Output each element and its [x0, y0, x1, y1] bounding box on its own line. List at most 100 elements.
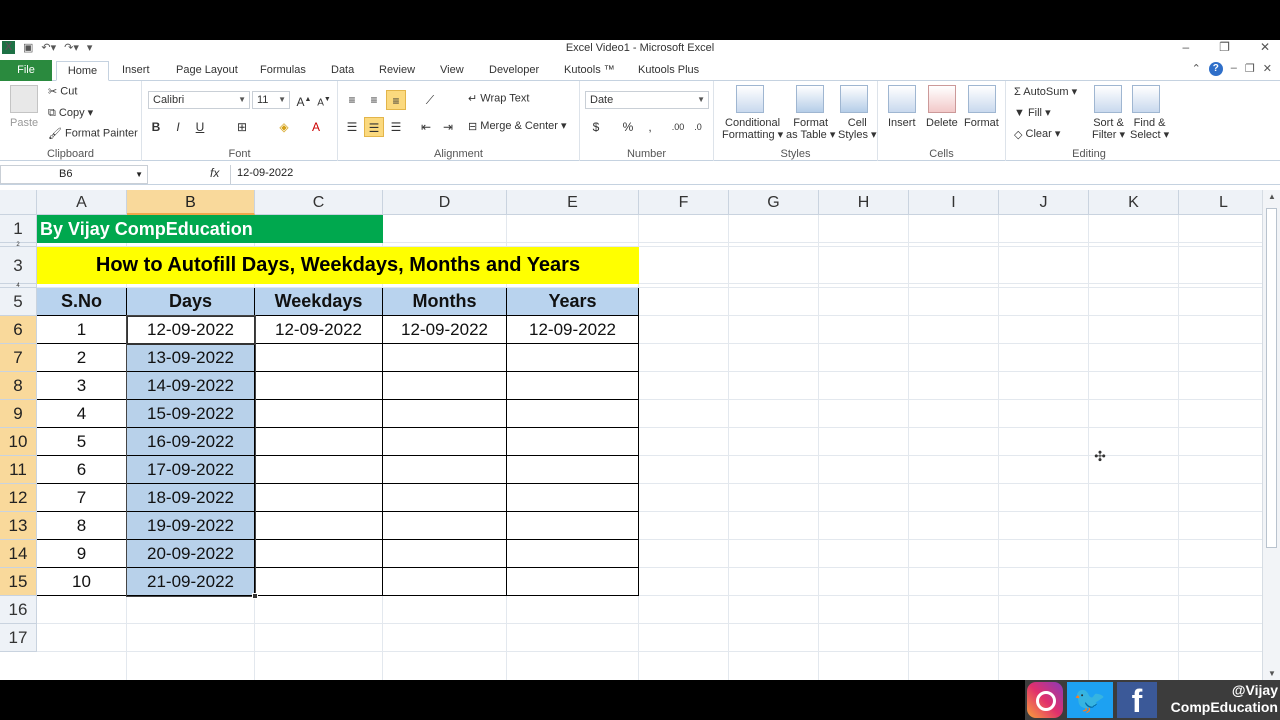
tab-kutools-plus[interactable]: Kutools Plus — [638, 61, 699, 81]
sheet-title[interactable]: How to Autofill Days, Weekdays, Months a… — [37, 247, 639, 284]
data-cell[interactable] — [507, 456, 639, 484]
column-header-a[interactable]: A — [37, 190, 127, 215]
align-center-icon[interactable]: ☰ — [364, 117, 384, 137]
row-header[interactable]: 6 — [0, 316, 37, 344]
data-cell[interactable]: 2 — [37, 344, 127, 372]
wrap-text-button[interactable]: ↵ Wrap Text — [468, 92, 529, 105]
format-as-table-button[interactable]: Format as Table ▾ — [786, 117, 835, 141]
row-header[interactable]: 14 — [0, 540, 37, 568]
data-cell[interactable] — [507, 400, 639, 428]
data-cell[interactable] — [507, 512, 639, 540]
column-title-years[interactable]: Years — [507, 288, 639, 316]
percent-button[interactable]: % — [618, 117, 638, 137]
align-middle-icon[interactable]: ≡ — [364, 90, 384, 110]
data-cell[interactable]: 12-09-2022 — [383, 316, 507, 344]
data-cell[interactable]: 4 — [37, 400, 127, 428]
select-all-corner[interactable] — [0, 190, 37, 215]
cell-styles-button[interactable]: Cell Styles ▾ — [838, 117, 877, 141]
data-cell[interactable]: 6 — [37, 456, 127, 484]
row-header[interactable]: 15 — [0, 568, 37, 596]
name-box[interactable]: B6 ▼ — [0, 165, 148, 184]
data-cell[interactable] — [507, 344, 639, 372]
insert-function-icon[interactable]: fx — [210, 166, 219, 180]
tab-file[interactable]: File — [0, 60, 52, 81]
data-cell[interactable] — [383, 456, 507, 484]
paste-icon[interactable] — [10, 85, 38, 113]
merge-center-button[interactable]: ⊟ Merge & Center ▾ — [468, 119, 567, 133]
underline-button[interactable]: U — [190, 117, 210, 137]
shrink-font-icon[interactable]: A▼ — [314, 90, 334, 110]
data-cell[interactable] — [507, 428, 639, 456]
orientation-icon[interactable]: ⟋ — [420, 90, 440, 110]
format-cells-button[interactable]: Format — [964, 117, 999, 129]
format-painter-button[interactable]: 🖌 Format Painter — [48, 127, 138, 140]
column-title-months[interactable]: Months — [383, 288, 507, 316]
row-header[interactable]: 9 — [0, 400, 37, 428]
data-cell[interactable] — [383, 512, 507, 540]
paste-button[interactable]: Paste — [10, 117, 38, 129]
row-header[interactable]: 5 — [0, 288, 37, 316]
data-cell[interactable] — [255, 456, 383, 484]
decrease-indent-icon[interactable]: ⇤ — [416, 117, 436, 137]
data-cell[interactable] — [507, 372, 639, 400]
tab-developer[interactable]: Developer — [489, 61, 539, 81]
data-cell[interactable] — [383, 484, 507, 512]
data-cell[interactable] — [383, 372, 507, 400]
data-cell[interactable]: 8 — [37, 512, 127, 540]
font-color-icon[interactable]: A — [306, 117, 326, 137]
row-header[interactable]: 13 — [0, 512, 37, 540]
collapse-ribbon-icon[interactable]: ⌃ — [1192, 62, 1201, 76]
sheet-banner[interactable]: By Vijay CompEducation — [37, 215, 383, 243]
number-format-combo[interactable]: Date ▼ — [585, 91, 709, 109]
row-header[interactable]: 10 — [0, 428, 37, 456]
row-header[interactable]: 3 — [0, 247, 37, 284]
bold-button[interactable]: B — [146, 117, 166, 137]
restore-workbook-icon[interactable]: ❐ — [1245, 62, 1255, 76]
copy-button[interactable]: ⧉ Copy ▾ — [48, 106, 93, 120]
column-title-days[interactable]: Days — [127, 288, 255, 316]
fill-button[interactable]: ▼ Fill ▾ — [1014, 106, 1051, 119]
vertical-scrollbar[interactable]: ▲ ▼ — [1262, 190, 1280, 680]
data-cell[interactable] — [255, 400, 383, 428]
row-header[interactable]: 1 — [0, 215, 37, 243]
italic-button[interactable]: I — [168, 117, 188, 137]
font-name-combo[interactable]: Calibri ▼ — [148, 91, 250, 109]
column-header-d[interactable]: D — [383, 190, 507, 215]
close-workbook-icon[interactable]: ✕ — [1263, 62, 1272, 76]
data-cell[interactable]: 12-09-2022 — [255, 316, 383, 344]
scrollbar-thumb[interactable] — [1266, 208, 1277, 548]
data-cell[interactable] — [383, 344, 507, 372]
data-cell[interactable] — [507, 568, 639, 596]
restore-icon[interactable]: ❐ — [1219, 40, 1230, 54]
tab-formulas[interactable]: Formulas — [260, 61, 306, 81]
tab-home[interactable]: Home — [56, 61, 109, 81]
column-header-e[interactable]: E — [507, 190, 639, 215]
tab-insert[interactable]: Insert — [122, 61, 150, 81]
column-header-l[interactable]: L — [1179, 190, 1262, 215]
increase-decimal-icon[interactable]: .00 — [668, 117, 688, 137]
delete-cells-button[interactable]: Delete — [926, 117, 958, 129]
formula-input[interactable]: 12-09-2022 — [230, 165, 1265, 184]
align-bottom-icon[interactable]: ≡ — [386, 90, 406, 110]
sort-filter-button[interactable]: Sort & Filter ▾ — [1092, 117, 1125, 141]
insert-cells-button[interactable]: Insert — [888, 117, 916, 129]
data-cell[interactable] — [255, 428, 383, 456]
minimize-icon[interactable]: – — [1182, 40, 1189, 54]
column-header-b[interactable]: B — [127, 190, 255, 215]
data-cell[interactable] — [255, 540, 383, 568]
tab-view[interactable]: View — [440, 61, 464, 81]
column-header-c[interactable]: C — [255, 190, 383, 215]
column-header-h[interactable]: H — [819, 190, 909, 215]
data-cell[interactable]: 3 — [37, 372, 127, 400]
data-cell[interactable]: 10 — [37, 568, 127, 596]
find-select-button[interactable]: Find & Select ▾ — [1130, 117, 1169, 141]
data-cell[interactable] — [255, 484, 383, 512]
autosum-button[interactable]: Σ AutoSum ▾ — [1014, 85, 1077, 98]
data-cell[interactable] — [255, 372, 383, 400]
font-size-combo[interactable]: 11 ▼ — [252, 91, 290, 109]
clear-button[interactable]: ◇ Clear ▾ — [1014, 127, 1060, 141]
tab-review[interactable]: Review — [379, 61, 415, 81]
row-header[interactable]: 17 — [0, 624, 37, 652]
align-top-icon[interactable]: ≡ — [342, 90, 362, 110]
borders-icon[interactable]: ⊞ — [232, 117, 252, 137]
